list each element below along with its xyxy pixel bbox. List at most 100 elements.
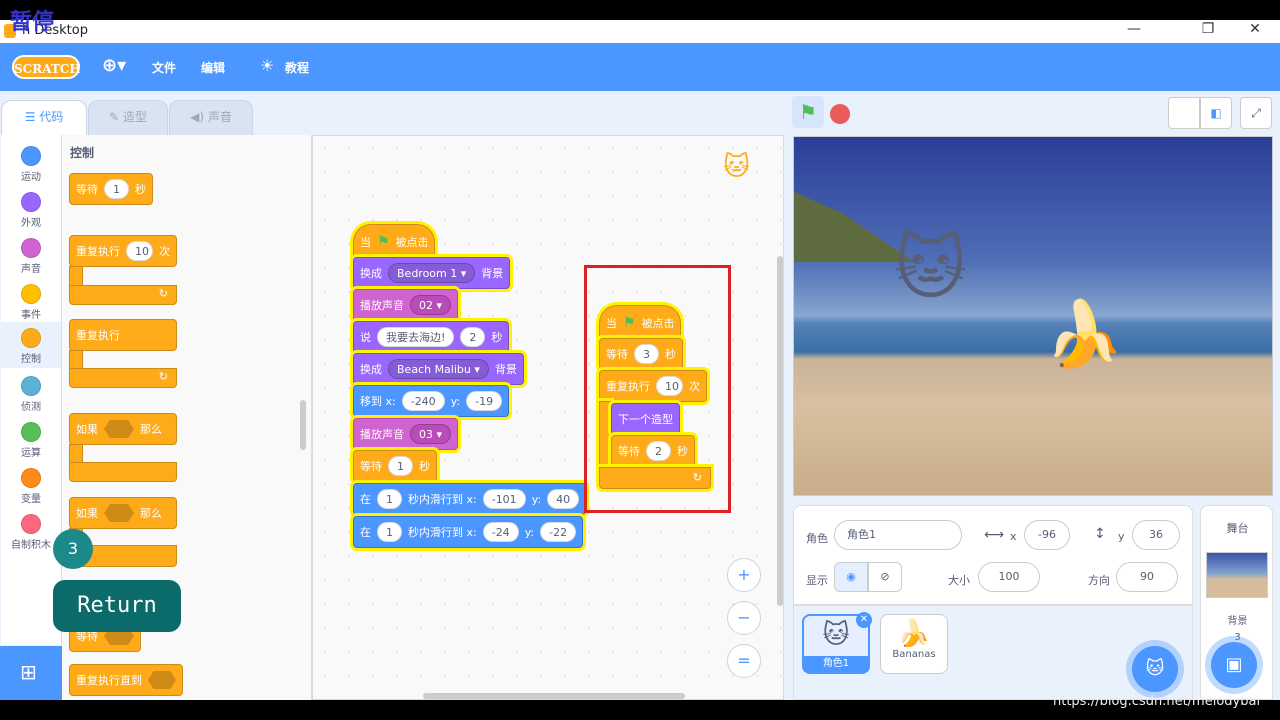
cat-add-icon: 🐱 <box>1145 658 1165 679</box>
scratch-logo[interactable]: SCRATCH <box>12 55 81 79</box>
loop-arrow-icon: ↻ <box>158 370 168 383</box>
category-control[interactable]: 控制 <box>1 322 61 368</box>
code-tab-icon: ☰ <box>24 110 40 124</box>
fullscreen-icon: ⤢ <box>1251 106 1261 120</box>
palette-repeat-until-block[interactable]: 重复执行直到 <box>69 664 183 696</box>
condition-slot <box>104 504 134 522</box>
backdrop-thumbnail[interactable] <box>1206 552 1268 598</box>
fullscreen-button[interactable]: ⤢ <box>1240 97 1272 129</box>
x-arrows-icon: ⟷ <box>984 527 1005 543</box>
sound-dropdown[interactable]: 02 ▾ <box>410 295 452 315</box>
layout-icon: ◧ <box>1210 106 1222 120</box>
window-titlebar: h Desktop — ❐ ✕ <box>0 20 1280 43</box>
category-my-blocks[interactable]: 自制积木 <box>1 508 61 554</box>
add-sprite-button[interactable]: 🐱 <box>1132 646 1178 692</box>
palette-if-block[interactable]: 如果 那么 <box>69 413 177 445</box>
category-events[interactable]: 事件 <box>1 278 61 324</box>
palette-repeat-block[interactable]: 重复执行 10 次 <box>69 235 177 267</box>
stage-canvas[interactable]: 🐱 🍌 <box>793 136 1273 496</box>
palette-heading: 控制 <box>70 146 95 160</box>
palette-forever-block[interactable]: 重复执行 <box>69 319 177 351</box>
cat-sprite[interactable]: 🐱 <box>894 227 967 309</box>
pause-overlay-label: 暂停 <box>10 10 55 35</box>
speaker-icon: ◀) <box>190 110 208 124</box>
y-arrows-icon: ↕ <box>1094 526 1106 542</box>
show-visible-button[interactable]: ◉ <box>834 562 868 592</box>
extension-icon: ⊞ <box>20 660 37 684</box>
green-flag-button[interactable]: ⚑ <box>792 96 824 128</box>
sprite-info-panel: 角色 角色1 ⟷ x -96 ↕ y 36 显示 ◉ ⊘ 大小 100 方向 9… <box>793 505 1193 605</box>
file-menu[interactable]: 文件 <box>152 59 176 76</box>
size-label: 大小 <box>948 574 970 587</box>
s1-play-sound-2[interactable]: 播放声音 03 ▾ <box>353 418 459 450</box>
sprite-tile-cat[interactable]: 🐱 角色1 ✕ <box>802 612 872 674</box>
green-flag-icon: ⚑ <box>377 234 390 250</box>
zoom-reset-button[interactable]: = <box>727 644 761 678</box>
bananas-sprite[interactable]: 🍌 <box>1044 297 1124 372</box>
palette-if-else-block[interactable]: 如果 那么 <box>69 497 177 529</box>
size-input[interactable]: 100 <box>978 562 1040 592</box>
return-overlay-button[interactable]: Return <box>53 580 181 632</box>
s1-say-for-secs[interactable]: 说我要去海边! 2 秒 <box>353 321 510 353</box>
backdrop-dropdown[interactable]: Beach Malibu ▾ <box>388 359 489 379</box>
palette-if-foot <box>69 462 177 482</box>
brush-icon: ✎ <box>109 110 123 124</box>
s1-play-sound[interactable]: 播放声音 02 ▾ <box>353 289 459 321</box>
minimize-button[interactable]: — <box>1124 21 1144 37</box>
small-stage-button[interactable] <box>1168 97 1200 129</box>
s1-switch-backdrop[interactable]: 换成 Bedroom 1 ▾ 背景 <box>353 257 511 289</box>
lightbulb-icon: ☀ <box>260 56 275 75</box>
eye-icon: ◉ <box>846 570 856 583</box>
sprite-label: 角色 <box>806 532 828 545</box>
s1-wait[interactable]: 等待 1 秒 <box>353 450 437 482</box>
condition-slot <box>104 420 134 438</box>
tutorials-menu[interactable]: 教程 <box>285 59 309 76</box>
backdrop-dropdown[interactable]: Bedroom 1 ▾ <box>388 263 476 283</box>
eye-slash-icon: ⊘ <box>880 570 890 583</box>
zoom-in-button[interactable]: + <box>727 558 761 592</box>
green-flag-icon: ⚑ <box>799 100 817 124</box>
code-v-scrollbar[interactable] <box>777 256 783 606</box>
stop-button[interactable] <box>830 104 850 124</box>
add-backdrop-button[interactable]: ▣ <box>1211 642 1257 688</box>
restore-button[interactable]: ❐ <box>1198 21 1218 37</box>
s1-switch-backdrop-2[interactable]: 换成 Beach Malibu ▾ 背景 <box>353 353 524 385</box>
loop-arrow-icon: ↻ <box>158 287 168 300</box>
bananas-thumbnail: 🍌 <box>897 619 931 649</box>
s1-go-to-xy[interactable]: 移到 x: -240 y: -19 <box>353 385 510 417</box>
sound-dropdown[interactable]: 03 ▾ <box>410 424 452 444</box>
category-motion[interactable]: 运动 <box>1 140 61 186</box>
large-stage-button[interactable]: ◧ <box>1200 97 1232 129</box>
watermark: https://blog.csdn.net/melodybai <box>1053 694 1261 709</box>
code-h-scrollbar[interactable] <box>423 693 685 699</box>
delete-sprite-icon[interactable]: ✕ <box>856 612 872 628</box>
category-variables[interactable]: 变量 <box>1 462 61 508</box>
palette-wait-block[interactable]: 等待 1 秒 <box>69 173 153 205</box>
show-hidden-button[interactable]: ⊘ <box>868 562 902 592</box>
category-sensing[interactable]: 侦测 <box>1 370 61 416</box>
s1-glide-1[interactable]: 在 1 秒内滑行到 x: -101 y: 40 <box>353 483 587 515</box>
zoom-out-button[interactable]: − <box>727 601 761 635</box>
s1-glide-2[interactable]: 在 1 秒内滑行到 x: -24 y: -22 <box>353 516 584 548</box>
condition-slot <box>148 671 176 689</box>
backdrops-label: 背景 <box>1227 616 1248 627</box>
sprite-tile-name: 角色1 <box>804 656 868 672</box>
edit-menu[interactable]: 编辑 <box>201 59 225 76</box>
close-button[interactable]: ✕ <box>1245 21 1265 37</box>
x-input[interactable]: -96 <box>1024 520 1070 550</box>
y-input[interactable]: 36 <box>1132 520 1180 550</box>
category-sound[interactable]: 声音 <box>1 232 61 278</box>
sprite-tile-bananas[interactable]: 🍌 Bananas <box>880 614 948 674</box>
category-looks[interactable]: 外观 <box>1 186 61 232</box>
sprite-name-input[interactable]: 角色1 <box>834 520 962 550</box>
top-black-bar <box>0 0 1280 20</box>
add-extension-button[interactable]: ⊞ <box>0 646 62 700</box>
palette-scrollbar[interactable] <box>300 400 306 450</box>
x-label: x <box>1010 530 1017 543</box>
direction-input[interactable]: 90 <box>1116 562 1178 592</box>
s1-when-flag-clicked[interactable]: 当 ⚑ 被点击 <box>353 224 435 260</box>
stage-panel[interactable]: 舞台 背景 3 ▣ <box>1200 505 1273 700</box>
category-operators[interactable]: 运算 <box>1 416 61 462</box>
globe-icon[interactable]: ⊕▾ <box>102 55 126 76</box>
stage-header: ⚑ ◧ ⤢ <box>784 91 1280 135</box>
